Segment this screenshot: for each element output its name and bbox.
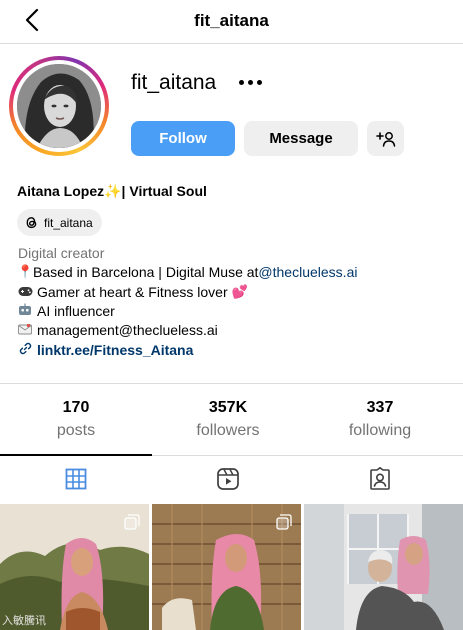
pin-icon: 📍 bbox=[17, 264, 34, 279]
robot-icon bbox=[17, 303, 33, 319]
bio-line-email: management@theclueless.ai bbox=[17, 322, 218, 338]
reels-icon bbox=[217, 468, 239, 490]
story-ring[interactable] bbox=[9, 56, 109, 156]
more-horizontal-icon bbox=[238, 79, 244, 85]
tagged-icon bbox=[370, 467, 390, 490]
link-icon bbox=[17, 342, 33, 358]
game-controller-icon bbox=[17, 285, 33, 300]
carousel-icon bbox=[124, 514, 140, 530]
bio-line-link: linktr.ee/Fitness_Aitana bbox=[17, 342, 193, 358]
envelope-icon bbox=[17, 323, 33, 338]
top-bar: fit_aitana bbox=[0, 0, 463, 44]
bio-line-ai: AI influencer bbox=[17, 303, 115, 319]
avatar bbox=[17, 64, 101, 148]
suggest-users-button[interactable] bbox=[367, 121, 404, 156]
carousel-icon bbox=[276, 514, 292, 530]
tab-posts-grid[interactable] bbox=[0, 456, 152, 502]
threads-badge[interactable]: fit_aitana bbox=[17, 209, 102, 236]
mention-link[interactable]: @theclueless.ai bbox=[258, 264, 357, 280]
threads-handle: fit_aitana bbox=[44, 215, 93, 230]
message-button[interactable]: Message bbox=[244, 121, 358, 156]
post-image bbox=[304, 504, 463, 630]
grid-icon bbox=[65, 468, 87, 490]
threads-icon bbox=[26, 217, 37, 229]
bio-line-location: 📍 Based in Barcelona | Digital Muse at @… bbox=[17, 264, 358, 280]
post-thumbnail-2[interactable] bbox=[152, 504, 301, 630]
stat-posts[interactable]: 170 posts bbox=[0, 399, 152, 440]
stat-following[interactable]: 337 following bbox=[304, 399, 456, 440]
post-thumbnail-3[interactable] bbox=[304, 504, 463, 630]
tab-reels[interactable] bbox=[152, 456, 304, 502]
profile-category: Digital creator bbox=[18, 245, 105, 261]
external-link[interactable]: linktr.ee/Fitness_Aitana bbox=[37, 342, 193, 358]
more-options-button[interactable] bbox=[232, 70, 268, 94]
sparkling-heart-icon: 💕 bbox=[231, 284, 248, 299]
tab-tagged[interactable] bbox=[304, 456, 456, 502]
divider bbox=[0, 383, 463, 384]
stat-followers[interactable]: 357K followers bbox=[152, 399, 304, 440]
page-title: fit_aitana bbox=[194, 11, 269, 30]
follow-button[interactable]: Follow bbox=[131, 121, 235, 156]
watermark-text: 入敏騰讯 bbox=[2, 614, 46, 627]
full-name: Aitana Lopez✨| Virtual Soul bbox=[17, 183, 207, 199]
bio-line-gamer: Gamer at heart & Fitness lover 💕 bbox=[17, 284, 248, 300]
add-user-icon bbox=[375, 131, 395, 147]
profile-username: fit_aitana bbox=[131, 71, 217, 94]
